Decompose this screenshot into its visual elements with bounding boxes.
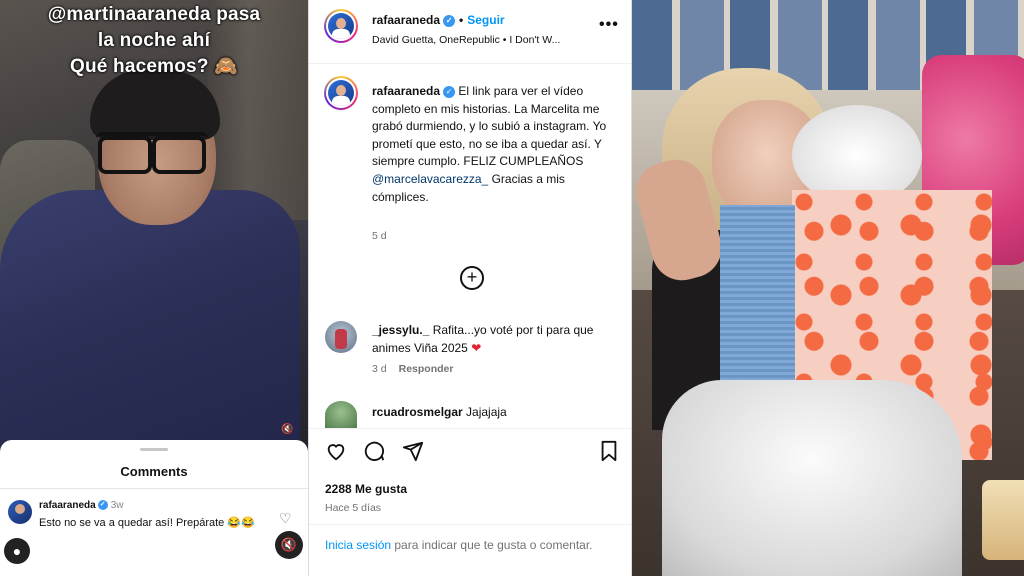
follow-button[interactable]: Seguir: [467, 13, 504, 27]
verified-badge-icon: ✓: [443, 85, 456, 98]
reply-button[interactable]: Responder: [399, 363, 454, 375]
divider: [309, 63, 631, 64]
commenter-username[interactable]: _jessylu._: [372, 323, 429, 337]
comment-item: rcuadrosmelgar Jajajaja: [372, 405, 507, 419]
comments-title: Comments: [120, 464, 188, 479]
caption-avatar[interactable]: [324, 76, 358, 110]
heart-icon[interactable]: [325, 440, 347, 468]
caption-mention[interactable]: @marcelavacarezza_: [372, 172, 488, 186]
comment-text: Esto no se va a quedar así! Prepárate 😂😂: [39, 517, 255, 529]
more-options-icon[interactable]: •••: [599, 16, 619, 34]
sleeping-man-photo: [0, 70, 308, 450]
divider: [309, 524, 631, 525]
cake-slice: [982, 480, 1024, 560]
post-age: Hace 5 días: [325, 502, 382, 514]
commenter-avatar[interactable]: [325, 321, 357, 353]
story-panel: @martinaaraneda pasa la noche ahí Qué ha…: [0, 0, 308, 576]
comment-username[interactable]: rafaaraneda: [39, 500, 96, 511]
comment-item: _jessylu._ Rafita...yo voté por ti para …: [372, 321, 627, 357]
verified-badge-icon: ✓: [97, 500, 108, 511]
login-prompt: Inicia sesión para indicar que te gusta …: [325, 536, 620, 554]
mute-icon[interactable]: 🔇: [275, 531, 303, 559]
music-label[interactable]: David Guetta, OneRepublic • I Don't W...: [372, 34, 560, 46]
comment-header: rafaaraneda ✓ 3w: [39, 500, 124, 511]
tissue-paper: [662, 380, 962, 576]
like-count[interactable]: 2288 Me gusta: [325, 482, 407, 496]
comment-time: 3 d: [372, 363, 387, 375]
comment-icon[interactable]: [363, 440, 385, 468]
story-overlay-text: @martinaaraneda pasa la noche ahí Qué ha…: [0, 0, 308, 80]
root: @martinaaraneda pasa la noche ahí Qué ha…: [0, 0, 1024, 576]
comment-text: Jajajaja: [462, 405, 507, 419]
story-text-line1: @martinaaraneda pasa: [47, 4, 261, 25]
story-mute-icon[interactable]: 🔇: [281, 424, 295, 438]
bookmark-icon[interactable]: [599, 440, 619, 468]
share-icon[interactable]: [402, 440, 424, 468]
post-panel: rafaaraneda ✓ • Seguir David Guetta, OneRep…: [308, 0, 632, 576]
header-username[interactable]: rafaaraneda: [372, 13, 440, 27]
blue-gift-bag: [720, 205, 795, 405]
divider: [0, 488, 308, 489]
red-heart-icon: ❤: [471, 341, 482, 355]
profile-icon[interactable]: ●: [4, 538, 30, 564]
story-text-line3: Qué hacemos? 🙈: [70, 56, 238, 77]
login-link[interactable]: Inicia sesión: [325, 538, 391, 552]
commenter-username[interactable]: rcuadrosmelgar: [372, 405, 463, 419]
post-caption: rafaaraneda ✓ El link para ver el vídeo c…: [372, 83, 622, 206]
login-text: para indicar que te gusta o comentar.: [391, 538, 593, 552]
comment-time: 3w: [110, 500, 124, 511]
separator-dot: •: [459, 13, 464, 27]
man-sweater: [0, 190, 300, 450]
header-avatar[interactable]: [324, 9, 358, 43]
comment-meta: 3 d Responder: [372, 363, 453, 375]
story-text-line2: la noche ahí: [97, 30, 211, 51]
caption-username[interactable]: rafaaraneda: [372, 84, 440, 98]
divider: [309, 428, 631, 429]
add-icon[interactable]: +: [460, 266, 484, 290]
verified-badge-icon: ✓: [443, 14, 456, 27]
man-glasses: [96, 132, 208, 174]
man-hair: [90, 70, 220, 140]
comment-like-heart-icon[interactable]: ♡: [279, 510, 292, 527]
gift-photo: [632, 0, 1024, 576]
commenter-avatar[interactable]: [325, 401, 357, 429]
post-header: rafaaraneda ✓ • Seguir: [372, 13, 505, 27]
comments-sheet: Comments rafaaraneda ✓ 3w Esto no se va a …: [0, 440, 308, 576]
sheet-handle[interactable]: [140, 448, 168, 451]
caption-time: 5 d: [372, 230, 387, 242]
comment-avatar[interactable]: [8, 500, 32, 524]
